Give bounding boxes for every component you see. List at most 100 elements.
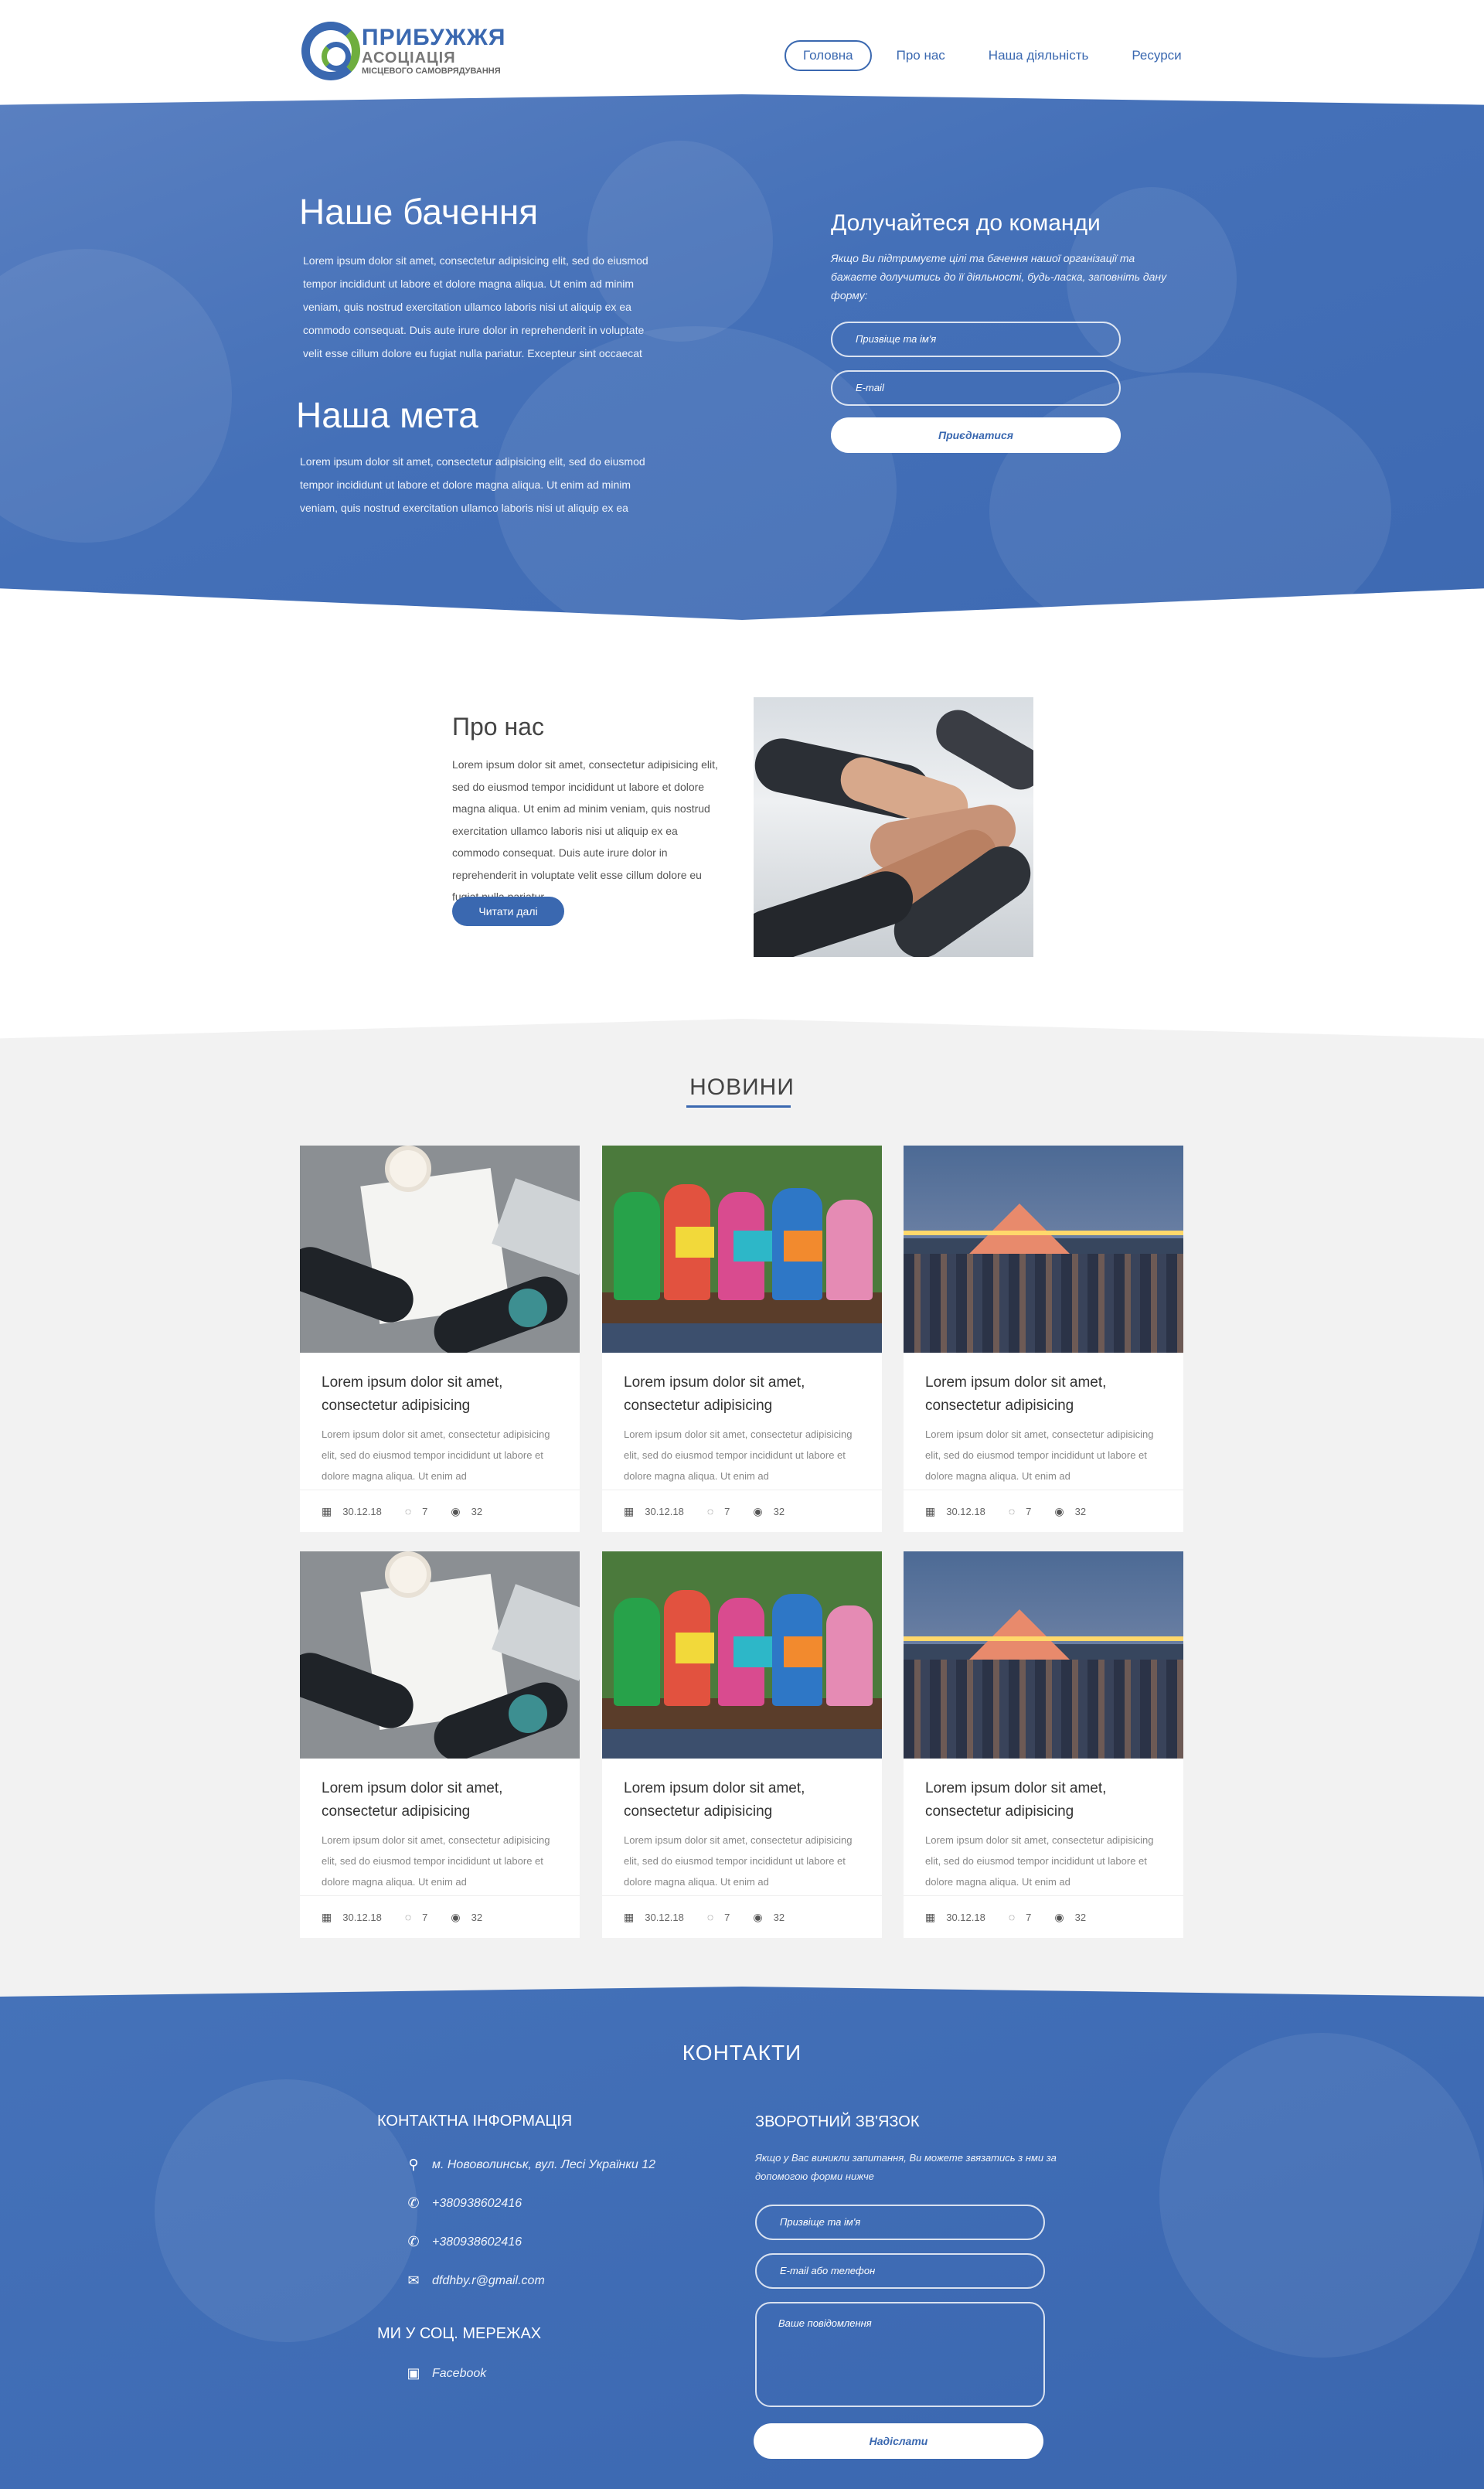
news-card-comments: 7 — [724, 1505, 730, 1517]
nav-activity[interactable]: Наша діяльність — [970, 40, 1108, 71]
news-card-meta: ▦ 30.12.18 ◌ 7 ◉ 32 — [300, 1895, 580, 1938]
comment-icon: ◌ — [706, 1505, 714, 1517]
social-title: МИ У СОЦ. МЕРЕЖАХ — [377, 2325, 542, 2342]
news-card-text: Lorem ipsum dolor sit amet, consectetur … — [925, 1428, 1154, 1482]
comment-icon: ◌ — [706, 1911, 714, 1923]
contact-phone1[interactable]: ✆ +380938602416 — [406, 2195, 522, 2211]
join-button[interactable]: Приєднатися — [831, 417, 1121, 453]
calendar-icon: ▦ — [925, 1910, 936, 1923]
join-name-input[interactable]: Призвіще та ім'я — [831, 322, 1121, 357]
hand-shape — [754, 864, 921, 957]
send-button[interactable]: Надіслати — [754, 2423, 1043, 2459]
contact-info-title: КОНТАКТНА ІНФОРМАЦІЯ — [377, 2113, 573, 2130]
contact-address: ⚲ м. Нововолинськ, вул. Лесі Українки 12 — [406, 2157, 655, 2173]
news-card-meta: ▦ 30.12.18 ◌ 7 ◉ 32 — [904, 1895, 1183, 1938]
logo[interactable]: ПРИБУЖЖЯ АСОЦІАЦІЯ МІСЦЕВОГО САМОВРЯДУВА… — [301, 22, 518, 83]
news-card-text: Lorem ipsum dolor sit amet, consectetur … — [624, 1834, 853, 1888]
feedback-text: Якщо у Вас виникли запитання, Ви можете … — [755, 2152, 1057, 2182]
page: ПРИБУЖЖЯ АСОЦІАЦІЯ МІСЦЕВОГО САМОВРЯДУВА… — [0, 0, 1484, 2489]
join-text: Якщо Ви підтримуєте цілі та бачення нашо… — [831, 252, 1167, 301]
news-card-comments: 7 — [1026, 1911, 1032, 1923]
eye-icon: ◉ — [1054, 1910, 1064, 1923]
eye-icon: ◉ — [753, 1910, 763, 1923]
news-card-comments: 7 — [422, 1505, 428, 1517]
news-card-title[interactable]: Lorem ipsum dolor sit amet, consectetur … — [322, 1371, 561, 1418]
feedback-contact-input[interactable]: E-mail або телефон — [755, 2253, 1045, 2289]
news-card-title[interactable]: Lorem ipsum dolor sit amet, consectetur … — [624, 1777, 863, 1823]
footer-bg-shape — [1159, 2033, 1484, 2358]
about-title: Про нас — [452, 713, 544, 741]
news-card-comments: 7 — [1026, 1505, 1032, 1517]
nav-resources[interactable]: Ресурси — [1113, 40, 1200, 71]
read-more-button[interactable]: Читати далі — [452, 897, 564, 926]
envelope-icon: ✉ — [407, 2273, 420, 2288]
news-card[interactable]: Lorem ipsum dolor sit amet, consectetur … — [904, 1551, 1183, 1938]
hero-photo-figure — [0, 249, 232, 543]
news-card-meta: ▦ 30.12.18 ◌ 7 ◉ 32 — [904, 1490, 1183, 1532]
news-card-date: 30.12.18 — [946, 1505, 985, 1517]
about-text: Lorem ipsum dolor sit amet, consectetur … — [452, 758, 718, 903]
news-card-image — [602, 1146, 882, 1353]
eye-icon: ◉ — [1054, 1504, 1064, 1517]
facebook-icon: ▣ — [407, 2365, 420, 2381]
comment-icon: ◌ — [404, 1505, 412, 1517]
logo-line3: МІСЦЕВОГО САМОВРЯДУВАННЯ — [362, 66, 501, 76]
news-card-views: 32 — [773, 1505, 785, 1517]
news-card-date: 30.12.18 — [342, 1505, 382, 1517]
news-card-title[interactable]: Lorem ipsum dolor sit amet, consectetur … — [322, 1777, 561, 1823]
news-card-date: 30.12.18 — [645, 1505, 684, 1517]
news-card[interactable]: Lorem ipsum dolor sit amet, consectetur … — [904, 1146, 1183, 1532]
nav-home[interactable]: Головна — [785, 40, 872, 71]
map-pin-icon: ⚲ — [408, 2157, 419, 2172]
phone-icon: ✆ — [407, 2195, 420, 2211]
news-card[interactable]: Lorem ipsum dolor sit amet, consectetur … — [602, 1146, 882, 1532]
contacts-title: КОНТАКТИ — [682, 2041, 802, 2065]
calendar-icon: ▦ — [322, 1504, 332, 1517]
goal-text: Lorem ipsum dolor sit amet, consectetur … — [300, 455, 645, 514]
news-card-title[interactable]: Lorem ipsum dolor sit amet, consectetur … — [925, 1777, 1165, 1823]
news-card-text: Lorem ipsum dolor sit amet, consectetur … — [624, 1428, 853, 1482]
comment-icon: ◌ — [1008, 1911, 1016, 1923]
news-card-text: Lorem ipsum dolor sit amet, consectetur … — [322, 1428, 550, 1482]
news-title: НОВИНИ — [689, 1074, 795, 1100]
logo-line1: ПРИБУЖЖЯ — [362, 25, 506, 50]
nav-about[interactable]: Про нас — [878, 40, 964, 71]
feedback-message-textarea[interactable]: Ваше повідомлення — [755, 2302, 1045, 2407]
news-card-comments: 7 — [422, 1911, 428, 1923]
hero-photo-figure — [989, 373, 1391, 620]
calendar-icon: ▦ — [624, 1910, 635, 1923]
calendar-icon: ▦ — [322, 1910, 332, 1923]
news-card-title[interactable]: Lorem ipsum dolor sit amet, consectetur … — [925, 1371, 1165, 1418]
news-card-date: 30.12.18 — [645, 1911, 684, 1923]
phone2-text[interactable]: +380938602416 — [432, 2235, 522, 2249]
facebook-text[interactable]: Facebook — [432, 2367, 486, 2381]
join-email-input[interactable]: E-mail — [831, 370, 1121, 406]
contact-phone2[interactable]: ✆ +380938602416 — [406, 2234, 522, 2250]
news-card-meta: ▦ 30.12.18 ◌ 7 ◉ 32 — [300, 1490, 580, 1532]
news-title-underline — [686, 1105, 791, 1108]
news-card[interactable]: Lorem ipsum dolor sit amet, consectetur … — [300, 1551, 580, 1938]
email-text[interactable]: dfdhby.r@gmail.com — [432, 2274, 545, 2288]
eye-icon: ◉ — [753, 1504, 763, 1517]
news-card-date: 30.12.18 — [946, 1911, 985, 1923]
news-card-text: Lorem ipsum dolor sit amet, consectetur … — [925, 1834, 1154, 1888]
address-text: м. Нововолинськ, вул. Лесі Українки 12 — [432, 2157, 656, 2171]
news-card-views: 32 — [1074, 1505, 1087, 1517]
news-card-title[interactable]: Lorem ipsum dolor sit amet, consectetur … — [624, 1371, 863, 1418]
phone1-text[interactable]: +380938602416 — [432, 2197, 522, 2211]
join-title: Долучайтеся до команди — [831, 210, 1101, 236]
news-card[interactable]: Lorem ipsum dolor sit amet, consectetur … — [602, 1551, 882, 1938]
news-card-date: 30.12.18 — [342, 1911, 382, 1923]
feedback-name-input[interactable]: Призвіще та ім'я — [755, 2205, 1045, 2240]
phone-icon: ✆ — [407, 2234, 420, 2249]
facebook-link[interactable]: ▣ Facebook — [406, 2365, 486, 2382]
news-card-views: 32 — [471, 1911, 483, 1923]
logo-line2: АСОЦІАЦІЯ — [362, 49, 456, 66]
site-header: ПРИБУЖЖЯ АСОЦІАЦІЯ МІСЦЕВОГО САМОВРЯДУВА… — [0, 0, 1484, 97]
vision-text: Lorem ipsum dolor sit amet, consectetur … — [303, 254, 648, 359]
contact-email[interactable]: ✉ dfdhby.r@gmail.com — [406, 2273, 545, 2289]
news-card-meta: ▦ 30.12.18 ◌ 7 ◉ 32 — [602, 1895, 882, 1938]
calendar-icon: ▦ — [624, 1504, 635, 1517]
news-card[interactable]: Lorem ipsum dolor sit amet, consectetur … — [300, 1146, 580, 1532]
news-card-comments: 7 — [724, 1911, 730, 1923]
